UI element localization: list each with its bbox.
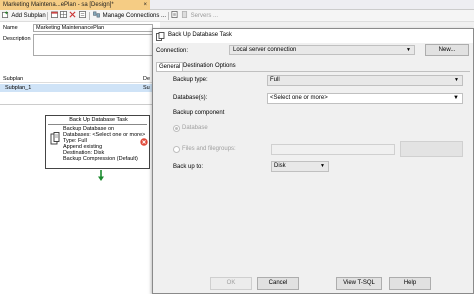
report-button[interactable] xyxy=(171,11,179,21)
back-up-to-label: Back up to: xyxy=(173,164,204,170)
servers-icon xyxy=(181,11,188,18)
servers-label: Servers ... xyxy=(190,13,219,19)
dialog-titlebar[interactable]: Back Up Database Task xyxy=(153,29,473,43)
task-title-divider xyxy=(48,124,147,125)
dialog-task-icon xyxy=(156,32,165,41)
databases-value: <Select one or more> xyxy=(270,95,328,101)
chevron-down-icon: ▼ xyxy=(453,95,459,101)
connection-label: Connection: xyxy=(156,48,189,54)
chevron-down-icon: ▼ xyxy=(320,163,325,169)
ok-button[interactable]: OK xyxy=(210,277,252,290)
help-button[interactable]: Help xyxy=(389,277,431,290)
manage-connections-button[interactable]: Manage Connections ... xyxy=(93,11,166,21)
properties-button[interactable] xyxy=(79,11,87,21)
backup-type-dropdown[interactable]: Full ▼ xyxy=(267,75,463,86)
designer-toolbar: Add Subplan Manage Connections ... Serve… xyxy=(0,10,474,22)
add-subplan-button[interactable]: Add Subplan xyxy=(2,11,46,21)
document-tab[interactable]: Marketing Maintena...ePlan - sa [Design]… xyxy=(0,0,150,10)
task-details: Backup Database on Databases: <Select on… xyxy=(63,126,145,162)
radio-dot xyxy=(175,127,178,130)
add-subplan-icon xyxy=(2,11,9,18)
report-icon xyxy=(171,11,178,18)
dialog-button-bar: OK Cancel View T-SQL Help xyxy=(153,273,473,293)
dialog-title: Back Up Database Task xyxy=(168,32,232,38)
databases-dropdown[interactable]: <Select one or more> ▼ xyxy=(267,93,463,104)
toolbar-separator xyxy=(168,12,169,20)
connection-dropdown[interactable]: Local server connection ▼ xyxy=(229,45,415,55)
delete-icon xyxy=(69,11,76,18)
servers-button[interactable]: Servers ... xyxy=(181,11,218,21)
subplan-column-header: Subplan xyxy=(3,76,24,82)
view-tsql-button[interactable]: View T-SQL xyxy=(336,277,382,290)
backup-task-dialog: Back Up Database Task Connection: Local … xyxy=(152,28,474,294)
subplan-row[interactable]: Subplan_1 Su xyxy=(0,84,160,92)
tab-destination[interactable]: Destination xyxy=(181,62,215,71)
database-backup-icon xyxy=(50,132,60,145)
backup-type-value: Full xyxy=(270,77,280,83)
filegroups-field[interactable] xyxy=(271,144,395,155)
close-tab-icon[interactable]: × xyxy=(143,0,147,10)
toolbar-separator xyxy=(89,12,90,20)
backup-component-label: Backup component xyxy=(173,110,225,116)
task-title: Back Up Database Task xyxy=(69,117,128,123)
backup-type-label: Backup type: xyxy=(173,77,208,83)
subplan-row-name: Subplan_1 xyxy=(5,85,32,91)
document-tab-bar: Marketing Maintena...ePlan - sa [Design]… xyxy=(0,0,474,10)
files-filegroups-radio[interactable] xyxy=(173,146,180,153)
back-up-to-value: Disk xyxy=(274,163,286,169)
plan-properties-panel: Name Marketing MaintenancePlan Descripti… xyxy=(0,22,160,104)
connection-value: Local server connection xyxy=(233,47,297,53)
files-filegroups-label: Files and filegroups: xyxy=(182,146,236,152)
precedence-arrow-icon[interactable] xyxy=(97,170,105,182)
description-field[interactable] xyxy=(33,34,157,56)
general-tab-panel: Backup type: Full ▼ Database(s): <Select… xyxy=(156,71,470,271)
manage-connections-label: Manage Connections ... xyxy=(102,13,167,19)
plan-name-field[interactable]: Marketing MaintenancePlan xyxy=(33,24,153,32)
delete-button[interactable] xyxy=(69,11,77,21)
grid-button[interactable] xyxy=(60,11,68,21)
properties-icon xyxy=(79,11,86,18)
description-label: Description xyxy=(3,36,31,42)
toolbar-separator xyxy=(47,12,48,20)
task-line: Backup Compression (Default) xyxy=(63,156,138,162)
add-subplan-label: Add Subplan xyxy=(11,13,46,19)
subplan-row-description: Su xyxy=(143,85,150,91)
tab-general[interactable]: General xyxy=(156,62,184,71)
cancel-button[interactable]: Cancel xyxy=(257,277,299,290)
tab-options[interactable]: Options xyxy=(213,62,238,71)
connections-icon xyxy=(93,11,100,18)
calendar-icon xyxy=(51,11,58,18)
new-connection-button[interactable]: New... xyxy=(425,44,469,56)
name-label: Name xyxy=(3,25,18,31)
database-radio-label: Database xyxy=(182,125,208,131)
error-icon xyxy=(140,138,148,146)
database-radio[interactable] xyxy=(173,125,180,132)
chevron-down-icon: ▼ xyxy=(454,77,459,83)
filegroups-browse-button[interactable] xyxy=(400,141,463,157)
calendar-button[interactable] xyxy=(51,11,59,21)
databases-label: Database(s): xyxy=(173,95,208,101)
back-up-to-dropdown[interactable]: Disk ▼ xyxy=(271,161,329,172)
description-column-header: De xyxy=(143,76,151,82)
grid-icon xyxy=(60,11,67,18)
backup-task-box[interactable]: Back Up Database Task Backup Database on… xyxy=(45,115,150,169)
subplan-grid-header: Subplan De xyxy=(0,75,160,83)
document-tab-title: Marketing Maintena...ePlan - sa [Design]… xyxy=(3,2,114,8)
chevron-down-icon: ▼ xyxy=(406,47,411,53)
design-surface[interactable]: Back Up Database Task Backup Database on… xyxy=(0,104,160,294)
